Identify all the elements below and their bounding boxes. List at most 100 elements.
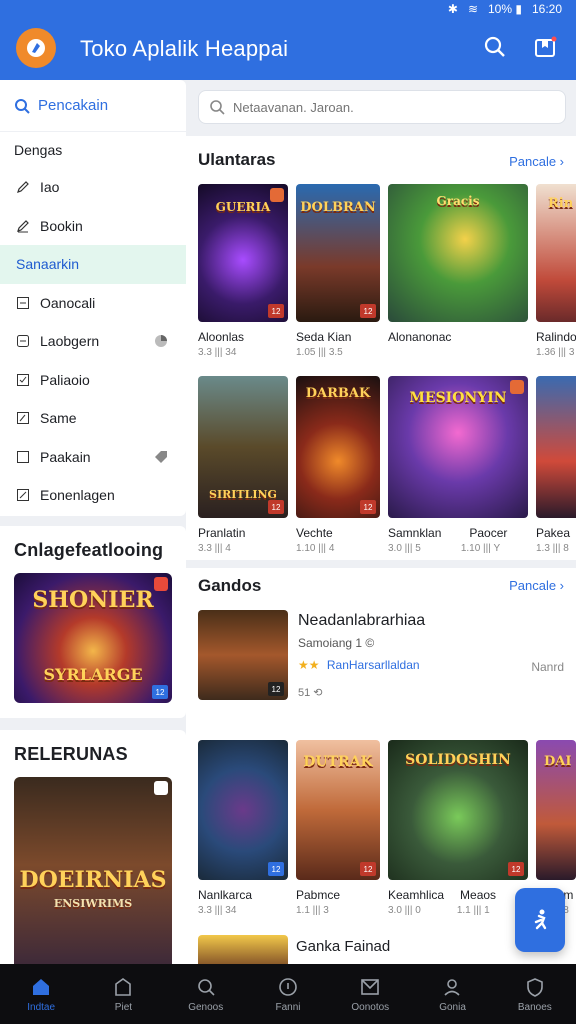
app-header: ✱ ≋ 10% ▮ 16:20 Toko Aplalik Heappai: [0, 0, 576, 80]
nav-2[interactable]: Piet: [82, 964, 164, 1024]
game-meta: 1.10 ||| 4: [296, 543, 335, 554]
inbox-icon: [361, 978, 380, 995]
age-badge: 12: [268, 304, 284, 318]
game-art: DAI: [536, 740, 576, 880]
nav-label: Gonia: [439, 1001, 466, 1013]
sidebar: Pencakain Dengas Iao Bookin Sanaarkin Oa…: [0, 80, 186, 1024]
game-art: DARBAK 12: [296, 376, 380, 518]
nav-label: Banoes: [517, 1001, 552, 1013]
age-badge: 12: [360, 304, 376, 318]
game-name: Seda Kian: [296, 330, 352, 344]
library-button[interactable]: [532, 34, 558, 60]
search-field[interactable]: [198, 90, 566, 124]
sidebar-item-5[interactable]: Laobgern: [0, 322, 186, 361]
rating-badge: 12: [152, 685, 168, 699]
related-title: RELERUNAS: [14, 744, 128, 764]
nav-4[interactable]: Fanni: [247, 964, 329, 1024]
nav-6[interactable]: Gonia: [411, 964, 493, 1024]
nav-5[interactable]: Oonotos: [329, 964, 411, 1024]
game-name: Pabmce: [296, 888, 341, 902]
search-icon: [210, 100, 225, 115]
sidebar-item-7[interactable]: Same: [0, 399, 186, 438]
nav-home[interactable]: Indtae: [0, 964, 82, 1024]
nav-label: Genoos: [188, 1001, 224, 1013]
game-tile[interactable]: GUERIA 12 Aloonlas 3.3 ||| 34: [198, 184, 288, 358]
sidebar-item-label: Bookin: [40, 217, 83, 234]
sidebar-search[interactable]: Pencakain: [0, 80, 186, 132]
store-icon: [115, 977, 132, 996]
featured-game-foot: 51 ⟲: [298, 687, 323, 699]
age-badge: 12: [360, 862, 376, 876]
game-tile[interactable]: DOLBRAN 12 Seda Kian 1.05 ||| 3.5: [296, 184, 380, 358]
nav-7[interactable]: Banoes: [494, 964, 576, 1024]
sidebar-item-label: Same: [40, 410, 77, 427]
bottom-section-title: Ganka Fainad: [296, 938, 391, 955]
floating-action-button[interactable]: [515, 888, 565, 952]
rating-label: RanHarsarllaldan: [326, 658, 420, 672]
section-featured-games: Ulantaras Pancale › GUERIA 12 Aloonlas 3…: [186, 136, 576, 560]
game-tile[interactable]: Pakea 1.3 ||| 8: [536, 376, 576, 554]
search-button[interactable]: [482, 34, 508, 60]
nav-label: Oonotos: [351, 1001, 390, 1013]
sidebar-item-label: Sanaarkin: [16, 256, 80, 273]
main-content: Ulantaras Pancale › GUERIA 12 Aloonlas 3…: [186, 80, 576, 964]
featured-game-art: 12: [198, 610, 288, 700]
nav-3[interactable]: Genoos: [165, 964, 247, 1024]
battery-label: 10% ▮: [488, 2, 522, 16]
promo-card[interactable]: Cnlagefeatlooing SHONIER SYRLARGE 12: [0, 526, 186, 718]
corner-badge: [154, 781, 168, 795]
game-art: GUERIA 12: [198, 184, 288, 322]
sidebar-item-3[interactable]: Sanaarkin: [0, 245, 186, 284]
sidebar-item-label: Laobgern: [40, 333, 100, 350]
game-art: Rin: [536, 184, 576, 322]
edit-icon: [16, 219, 30, 233]
game-art-text: DOLBRAN: [300, 200, 376, 215]
game-meta: 1.36 ||| 3: [536, 347, 575, 358]
game-tile[interactable]: 12 Nanlkarca 3.3 ||| 34: [198, 740, 288, 916]
game-tile[interactable]: Rin Ralindo 1.36 ||| 3: [536, 184, 576, 358]
tag-icon: [155, 450, 167, 463]
app-logo[interactable]: [16, 28, 56, 68]
featured-game-row[interactable]: 12 Neadanlabrarhiaa Samoiang 1 © ★★ RanH…: [198, 610, 564, 704]
game-meta: 3.0 ||| 5: [388, 543, 421, 554]
game-art: MESIONYIN: [388, 376, 528, 518]
game-tile[interactable]: Gracis Alonanonac: [388, 184, 528, 344]
search-icon: [484, 36, 505, 57]
sidebar-item-label: Iao: [40, 179, 60, 196]
game-tile[interactable]: MESIONYIN Samnklan Paocer 3.0 ||| 5 1.10…: [388, 376, 528, 554]
game-tile[interactable]: SIRITLING 12 Pranlatin 3.3 ||| 4: [198, 376, 288, 554]
sidebar-item-8[interactable]: Paakain: [0, 438, 186, 477]
see-all-link[interactable]: Pancale ›: [509, 578, 564, 593]
sidebar-item-label: Oanocali: [40, 294, 96, 311]
game-tile[interactable]: DARBAK 12 Vechte 1.10 ||| 4: [296, 376, 380, 554]
game-art-partial[interactable]: [198, 935, 288, 964]
featured-game-rating: ★★ RanHarsarllaldan: [298, 658, 420, 672]
section-title: Ulantaras: [198, 150, 276, 169]
sidebar-search-label: Pencakain: [38, 97, 109, 114]
game-art-text: Rin: [548, 196, 574, 211]
see-all-link[interactable]: Pancale ›: [509, 154, 564, 169]
sidebar-item-1[interactable]: Iao: [0, 168, 186, 207]
featured-game-action[interactable]: Nanrd: [531, 660, 564, 674]
status-bar: ✱ ≋ 10% ▮ 16:20: [448, 2, 562, 16]
game-art-text: SOLIDOSHIN: [405, 752, 511, 768]
promo-image[interactable]: SHONIER SYRLARGE 12: [14, 573, 172, 703]
age-badge: 12: [360, 500, 376, 514]
sidebar-item-2[interactable]: Bookin: [0, 207, 186, 246]
game-name: Ralindo: [536, 330, 576, 344]
sidebar-item-9[interactable]: Eonenlagen: [0, 476, 186, 515]
game-tile[interactable]: DUTRAK 12 Pabmce 1.1 ||| 3: [296, 740, 380, 916]
promo-art-text: SHONIER: [32, 587, 154, 613]
game-art: DUTRAK 12: [296, 740, 380, 880]
search-input[interactable]: [233, 99, 553, 115]
store-logo-icon: [27, 39, 45, 57]
sidebar-item-4[interactable]: Oanocali: [0, 284, 186, 323]
game-name-pair: Samnklan Paocer: [388, 526, 528, 540]
search-icon: [197, 978, 215, 996]
game-art-text: DUTRAK: [303, 754, 373, 770]
nav-label: Piet: [114, 1001, 133, 1013]
shield-icon: [527, 977, 543, 997]
sidebar-item-6[interactable]: Paliaoio: [0, 361, 186, 400]
game-name: Meaos: [460, 888, 497, 902]
game-tile[interactable]: SOLIDOSHIN 12 Keamhlica Meaos 3.0 ||| 0 …: [388, 740, 528, 916]
